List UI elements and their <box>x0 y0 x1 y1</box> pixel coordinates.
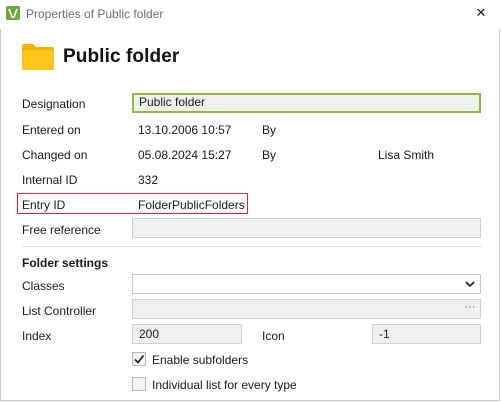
app-logo-icon <box>6 6 20 20</box>
free-reference-label: Free reference <box>22 223 101 237</box>
changed-on-value: 05.08.2024 15:27 <box>138 148 232 162</box>
close-button[interactable]: ✕ <box>468 3 494 23</box>
folder-icon <box>22 44 54 70</box>
internal-id-value: 332 <box>138 173 159 187</box>
index-label: Index <box>22 329 52 343</box>
window-title: Properties of Public folder <box>26 7 164 21</box>
internal-id-label: Internal ID <box>22 173 78 187</box>
entry-id-value: FolderPublicFolders <box>138 198 245 212</box>
index-field[interactable]: 200 <box>132 324 242 344</box>
classes-dropdown[interactable] <box>132 274 481 294</box>
list-controller-label: List Controller <box>22 304 97 318</box>
designation-label: Designation <box>22 97 86 111</box>
changed-on-label: Changed on <box>22 148 88 162</box>
free-reference-field[interactable] <box>132 218 481 238</box>
changed-by-label: By <box>262 148 277 162</box>
list-controller-field[interactable]: ··· <box>132 299 481 319</box>
enable-subfolders-checkbox[interactable] <box>132 352 146 366</box>
individual-list-checkbox[interactable] <box>132 377 146 391</box>
classes-label: Classes <box>22 279 65 293</box>
section-divider <box>22 246 482 247</box>
entered-on-label: Entered on <box>22 123 81 137</box>
changed-by-value: Lisa Smith <box>378 148 435 162</box>
entered-on-value: 13.10.2006 10:57 <box>138 123 232 137</box>
entry-id-label: Entry ID <box>22 198 66 212</box>
designation-field[interactable]: Public folder <box>132 93 481 113</box>
entered-by-label: By <box>262 123 277 137</box>
page-title: Public folder <box>63 46 180 67</box>
icon-label: Icon <box>262 329 285 343</box>
checkmark-icon <box>134 355 145 364</box>
enable-subfolders-label[interactable]: Enable subfolders <box>152 353 248 367</box>
browse-button[interactable]: ··· <box>461 301 479 317</box>
individual-list-label[interactable]: Individual list for every type <box>152 378 297 392</box>
title-bar: Properties of Public folder ✕ <box>0 0 501 29</box>
folder-settings-title: Folder settings <box>22 256 109 270</box>
icon-field[interactable]: -1 <box>372 324 481 344</box>
chevron-down-icon[interactable] <box>463 277 477 291</box>
